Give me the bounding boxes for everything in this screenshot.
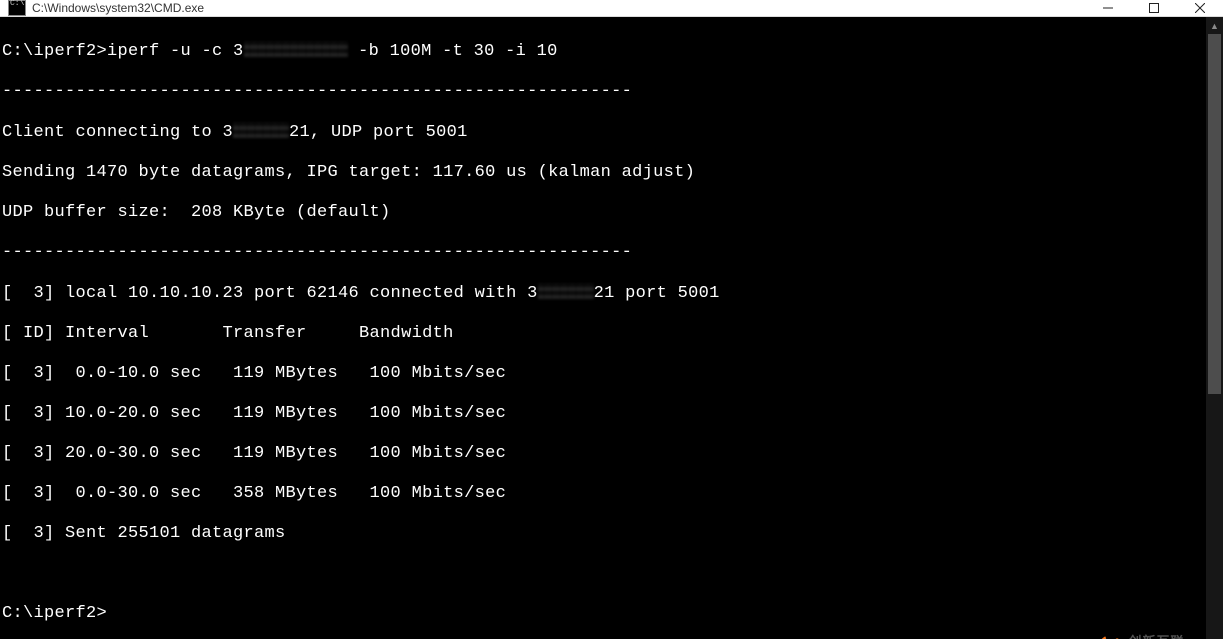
table-row: [ 3] 20.0-30.0 sec 119 MBytes 100 Mbits/… (0, 444, 1206, 464)
scroll-thumb[interactable] (1208, 34, 1221, 394)
divider-line: ----------------------------------------… (0, 82, 1206, 102)
divider-line: ----------------------------------------… (0, 243, 1206, 263)
table-row: [ 3] 0.0-10.0 sec 119 MBytes 100 Mbits/s… (0, 364, 1206, 384)
sending-line: Sending 1470 byte datagrams, IPG target:… (0, 163, 1206, 183)
vertical-scrollbar[interactable]: ▲ ▼ (1206, 17, 1223, 639)
maximize-button[interactable] (1131, 0, 1177, 16)
table-row: [ 3] 0.0-30.0 sec 358 MBytes 100 Mbits/s… (0, 484, 1206, 504)
terminal[interactable]: C:\iperf2>iperf -u -c 3 -b 100M -t 30 -i… (0, 17, 1206, 639)
command-part-1: iperf -u -c 3 (107, 42, 244, 61)
table-header: [ ID] Interval Transfer Bandwidth (0, 324, 1206, 344)
terminal-area: C:\iperf2>iperf -u -c 3 -b 100M -t 30 -i… (0, 17, 1223, 639)
client-connect-line: Client connecting to 321, UDP port 5001 (0, 122, 1206, 143)
scroll-up-icon[interactable]: ▲ (1206, 17, 1223, 34)
cmd-window: C:\Windows\system32\CMD.exe C:\iperf2>ip… (0, 0, 1223, 639)
table-row: [ 3] 10.0-20.0 sec 119 MBytes 100 Mbits/… (0, 404, 1206, 424)
titlebar[interactable]: C:\Windows\system32\CMD.exe (0, 0, 1223, 17)
cmd-icon (8, 0, 26, 16)
close-icon (1195, 3, 1205, 13)
prompt: C:\iperf2> (2, 42, 107, 61)
watermark-logo-icon (1096, 632, 1122, 639)
window-controls (1085, 0, 1223, 16)
watermark-zh: 创新互联 (1128, 635, 1211, 639)
window-title: C:\Windows\system32\CMD.exe (32, 1, 204, 15)
blank-line (0, 564, 1206, 584)
prompt-line: C:\iperf2>iperf -u -c 3 -b 100M -t 30 -i… (0, 41, 1206, 62)
prompt-line: C:\iperf2> (0, 604, 1206, 624)
local-connected-line: [ 3] local 10.10.10.23 port 62146 connec… (0, 283, 1206, 304)
command-part-2: -b 100M -t 30 -i 10 (348, 42, 558, 61)
censored-ip-icon (538, 283, 594, 299)
minimize-icon (1103, 3, 1113, 13)
scroll-track[interactable] (1206, 34, 1223, 639)
minimize-button[interactable] (1085, 0, 1131, 16)
close-button[interactable] (1177, 0, 1223, 16)
watermark-text: 创新互联 CHUANG XIN HU LIAN (1128, 635, 1211, 639)
udp-buffer-line: UDP buffer size: 208 KByte (default) (0, 203, 1206, 223)
censored-ip-icon (244, 41, 348, 57)
watermark: 创新互联 CHUANG XIN HU LIAN (1096, 632, 1211, 639)
maximize-icon (1149, 3, 1159, 13)
censored-ip-icon (233, 122, 289, 138)
sent-line: [ 3] Sent 255101 datagrams (0, 524, 1206, 544)
